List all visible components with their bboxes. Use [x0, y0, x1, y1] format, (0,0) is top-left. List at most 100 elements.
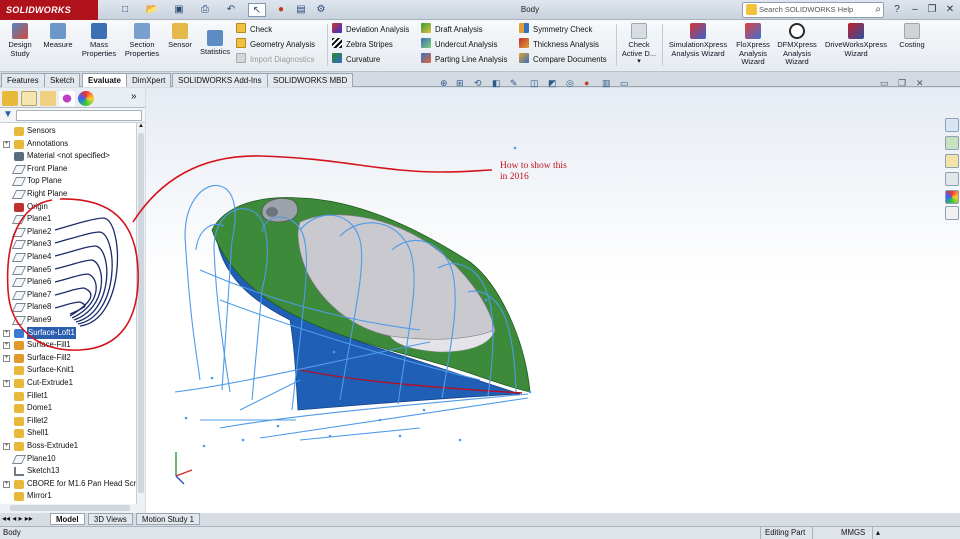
select-icon[interactable]: ↖ [248, 3, 266, 17]
solidworks-resources-icon[interactable] [945, 118, 959, 132]
dropdown-arrow-icon[interactable]: ▾ [618, 58, 660, 67]
rebuild-icon[interactable]: ● [272, 3, 290, 17]
floxpress-button[interactable]: FloXpress Analysis Wizard [732, 23, 774, 71]
dfmxpress-icon [789, 23, 805, 39]
section-properties-button[interactable]: Section Properties [121, 23, 163, 71]
geometry-analysis-label: Geometry Analysis [250, 40, 315, 49]
curvature-icon [332, 53, 342, 63]
tab-solidworks-add-ins[interactable]: SOLIDWORKS Add-Ins [172, 73, 268, 87]
compare-documents-icon [519, 53, 529, 63]
sensor-label: Sensor [168, 40, 192, 49]
sensor-button[interactable]: Sensor [164, 23, 196, 71]
thickness-analysis-icon [519, 38, 529, 48]
section-properties-icon [134, 23, 150, 39]
zebra-stripes-label: Zebra Stripes [346, 40, 393, 49]
minimize-button[interactable]: – [906, 2, 924, 17]
design-study-button[interactable]: Design Study [2, 23, 38, 71]
deviation-analysis-label: Deviation Analysis [346, 25, 410, 34]
tab-model[interactable]: Model [50, 513, 85, 525]
app-name: SOLIDWORKS [6, 5, 71, 15]
status-text: Body [3, 528, 21, 537]
new-document-icon[interactable]: □ [116, 3, 134, 17]
view-palette-icon[interactable] [945, 172, 959, 186]
tab-scroll-icons[interactable]: ◂◂ ◂ ▸ ▸▸ [2, 514, 33, 523]
costing-button[interactable]: Costing [894, 23, 930, 71]
driveworksxpress-icon [848, 23, 864, 39]
status-mode: Editing Part [760, 527, 812, 539]
design-library-icon[interactable] [945, 136, 959, 150]
measure-button[interactable]: Measure [40, 23, 76, 71]
deviation-analysis-icon [332, 23, 342, 33]
unit-dropdown-icon[interactable]: ▴ [872, 527, 884, 539]
floxpress-icon [745, 23, 761, 39]
tab-3d-views[interactable]: 3D Views [88, 513, 133, 525]
annotation-note-line-2: in 2016 [500, 172, 529, 182]
simulationxpress-button[interactable]: SimulationXpress Analysis Wizard [666, 23, 730, 71]
ribbon-separator [327, 24, 328, 66]
import-diagnostics-button[interactable]: Import Diagnostics [236, 52, 326, 67]
symmetry-check-button[interactable]: Symmetry Check [519, 22, 615, 37]
custom-properties-icon[interactable] [945, 206, 959, 220]
driveworksxpress-button[interactable]: DriveWorksXpress Wizard [820, 23, 892, 71]
unit-system[interactable]: MMGS [812, 527, 872, 539]
floxpress-label: FloXpress Analysis Wizard [736, 40, 770, 66]
tab-dimxpert[interactable]: DimXpert [126, 73, 172, 87]
model-canvas [6, 146, 532, 485]
draft-analysis-icon [421, 23, 431, 33]
costing-icon [904, 23, 920, 39]
statistics-icon [207, 30, 223, 46]
check-active-document-button[interactable]: Check Active D... ▾ [618, 23, 660, 71]
close-button[interactable]: ✕ [941, 2, 959, 17]
curvature-button[interactable]: Curvature [332, 52, 418, 67]
zebra-stripes-button[interactable]: Zebra Stripes [332, 37, 418, 52]
file-properties-icon[interactable]: ▤ [292, 3, 310, 17]
draft-analysis-label: Draft Analysis [435, 25, 483, 34]
open-icon[interactable]: 📂 [143, 3, 161, 17]
check-button[interactable]: Check [236, 22, 326, 37]
status-bar: Body Editing Part MMGS ▴ [0, 526, 960, 539]
import-diagnostics-label: Import Diagnostics [250, 55, 315, 64]
help-icon[interactable]: ? [888, 2, 906, 17]
mass-properties-label: Mass Properties [81, 40, 117, 58]
check-group: Check Geometry Analysis Import Diagnosti… [236, 22, 326, 67]
deviation-analysis-button[interactable]: Deviation Analysis [332, 22, 418, 37]
undercut-analysis-button[interactable]: Undercut Analysis [421, 37, 517, 52]
help-search-icon [746, 4, 757, 15]
appearances-icon[interactable] [945, 190, 959, 204]
options-icon[interactable]: ⚙ [312, 3, 330, 17]
design-study-icon [12, 23, 28, 39]
parting-line-analysis-icon [421, 53, 431, 63]
parting-line-analysis-label: Parting Line Analysis [435, 55, 508, 64]
restore-button[interactable]: ❐ [923, 2, 941, 17]
annotation-note: How to show this in 2016 [500, 161, 610, 183]
print-icon[interactable]: ⎙ [196, 3, 214, 17]
compare-documents-button[interactable]: Compare Documents [519, 52, 615, 67]
magnifier-icon[interactable]: ⌕ [875, 3, 881, 17]
sensor-icon [172, 23, 188, 39]
help-search-input[interactable]: Search SOLIDWORKS Help ⌕ [742, 2, 884, 18]
driveworksxpress-label: DriveWorksXpress Wizard [825, 40, 887, 58]
save-icon[interactable]: ▣ [170, 3, 188, 17]
tab-solidworks-mbd[interactable]: SOLIDWORKS MBD [267, 73, 354, 87]
tab-features[interactable]: Features [1, 73, 45, 87]
parting-line-analysis-button[interactable]: Parting Line Analysis [421, 52, 517, 67]
thickness-analysis-button[interactable]: Thickness Analysis [519, 37, 615, 52]
file-explorer-icon[interactable] [945, 154, 959, 168]
draft-analysis-button[interactable]: Draft Analysis [421, 22, 517, 37]
dfmxpress-button[interactable]: DFMXpress Analysis Wizard [776, 23, 818, 71]
appearance-icon[interactable]: ● [584, 78, 589, 88]
statistics-button[interactable]: Statistics [197, 30, 233, 78]
undo-icon[interactable]: ↶ [222, 3, 240, 17]
geometry-analysis-button[interactable]: Geometry Analysis [236, 37, 326, 52]
title-bar: SOLIDWORKS □ 📂 ▣ ⎙ ↶ ↖ ● ▤ ⚙ Body Search… [0, 0, 960, 20]
compare-documents-label: Compare Documents [533, 55, 607, 64]
annotation-note-line-1: How to show this [500, 161, 567, 171]
solidworks-logo[interactable]: SOLIDWORKS [0, 0, 98, 20]
tab-evaluate[interactable]: Evaluate [82, 73, 127, 87]
simulationxpress-icon [690, 23, 706, 39]
tab-motion-study-1[interactable]: Motion Study 1 [136, 513, 201, 525]
tab-sketch[interactable]: Sketch [44, 73, 81, 87]
statistics-label: Statistics [199, 47, 230, 56]
mass-properties-button[interactable]: Mass Properties [78, 23, 120, 71]
ribbon-separator [616, 24, 617, 66]
